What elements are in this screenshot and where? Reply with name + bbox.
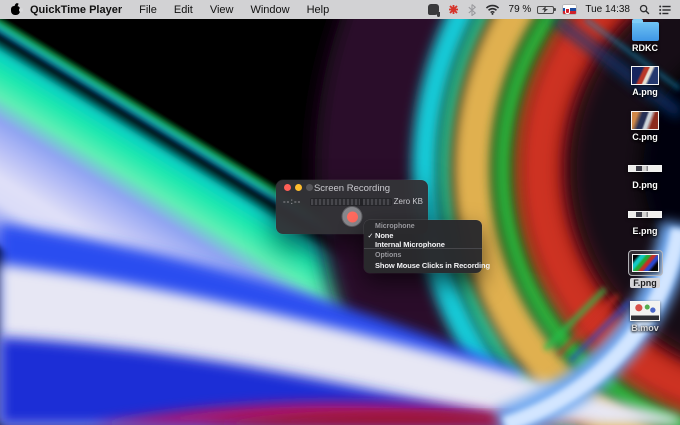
evernote-icon[interactable] bbox=[428, 4, 439, 15]
desktop-icon-e-png[interactable]: E.png bbox=[626, 211, 664, 236]
menu-item-show-mouse-clicks[interactable]: Show Mouse Clicks in Recording bbox=[375, 261, 490, 270]
record-icon bbox=[347, 211, 358, 222]
checkmark-icon: ✓ bbox=[368, 232, 374, 240]
recording-size-label: Zero KB bbox=[394, 197, 423, 206]
window-title: Screen Recording bbox=[276, 183, 428, 194]
record-options-menu: Microphone ✓ None Internal Microphone Op… bbox=[364, 220, 482, 273]
battery-icon[interactable] bbox=[540, 6, 554, 14]
notification-center-icon[interactable] bbox=[659, 5, 671, 15]
wifi-icon[interactable] bbox=[485, 4, 500, 15]
window-titlebar[interactable]: Screen Recording bbox=[276, 180, 428, 195]
menu-window[interactable]: Window bbox=[250, 4, 289, 16]
movie-thumbnail bbox=[630, 301, 660, 321]
menu-edit[interactable]: Edit bbox=[174, 4, 193, 16]
image-thumbnail bbox=[628, 165, 662, 172]
image-thumbnail bbox=[631, 66, 659, 85]
microphone-section-header: Microphone bbox=[375, 223, 415, 230]
bluetooth-icon[interactable] bbox=[468, 4, 476, 16]
folder-icon bbox=[632, 22, 659, 41]
audio-level-meter bbox=[310, 198, 392, 206]
menu-separator bbox=[364, 248, 482, 249]
desktop-icon-d-png[interactable]: D.png bbox=[626, 165, 664, 190]
recording-timer: --:-- bbox=[283, 197, 301, 206]
desktop-icon-c-png[interactable]: C.png bbox=[626, 111, 664, 142]
flag-slovakia-icon[interactable] bbox=[563, 5, 576, 14]
menu-bar: QuickTime Player File Edit View Window H… bbox=[0, 0, 680, 19]
image-thumbnail bbox=[632, 254, 659, 272]
selection-highlight bbox=[628, 250, 663, 276]
menu-help[interactable]: Help bbox=[307, 4, 330, 16]
desktop-icon-a-png[interactable]: A.png bbox=[626, 66, 664, 97]
record-button[interactable] bbox=[342, 206, 363, 227]
desktop-icon-b-mov[interactable]: B.mov bbox=[626, 301, 664, 333]
menu-bar-clock[interactable]: Tue 14:38 bbox=[585, 4, 630, 15]
apple-menu-icon[interactable] bbox=[11, 4, 21, 15]
red-app-icon[interactable] bbox=[448, 4, 459, 15]
options-section-header: Options bbox=[375, 252, 401, 259]
desktop-screen: QuickTime Player File Edit View Window H… bbox=[0, 0, 680, 425]
spotlight-icon[interactable] bbox=[639, 4, 650, 15]
image-thumbnail bbox=[631, 111, 659, 130]
desktop-icon-f-png-selected[interactable]: F.png bbox=[624, 250, 666, 288]
image-thumbnail bbox=[628, 211, 662, 218]
menu-view[interactable]: View bbox=[210, 4, 234, 16]
battery-percent-label: 79 % bbox=[509, 4, 532, 15]
menu-file[interactable]: File bbox=[139, 4, 157, 16]
desktop-icon-folder-rdkc[interactable]: RDKC bbox=[626, 22, 664, 53]
active-app-name[interactable]: QuickTime Player bbox=[30, 4, 122, 16]
